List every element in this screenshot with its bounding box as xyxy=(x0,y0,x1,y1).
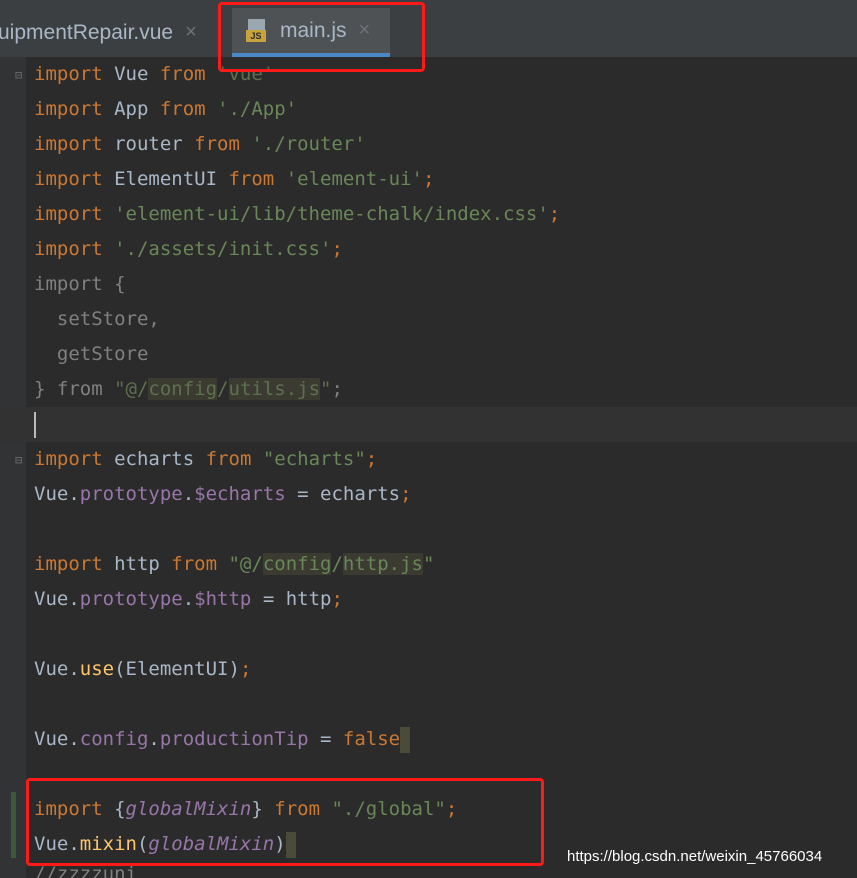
code-line-partial: //zzzzuni xyxy=(34,864,137,878)
annotation-box-code xyxy=(26,778,544,866)
code-line: import App from './App' xyxy=(34,98,298,120)
fold-collapse-icon[interactable]: ⊟ xyxy=(15,68,27,82)
editor-tab-bar: uipmentRepair.vue × JS main.js × xyxy=(0,0,857,57)
vcs-change-marker xyxy=(11,792,16,858)
code-line: } from "@/config/utils.js"; xyxy=(34,378,343,400)
close-icon[interactable]: × xyxy=(185,21,197,44)
code-line: import router from './router' xyxy=(34,133,366,155)
code-line: import './assets/init.css'; xyxy=(34,238,343,260)
code-line: import ElementUI from 'element-ui'; xyxy=(34,168,435,190)
editor-gutter xyxy=(0,57,26,878)
code-line-current xyxy=(0,407,857,442)
tab-label: uipmentRepair.vue xyxy=(0,20,174,44)
code-line: import echarts from "echarts"; xyxy=(34,448,378,470)
code-line: import { xyxy=(34,273,126,295)
code-line: Vue.prototype.$echarts = echarts; xyxy=(34,483,412,505)
caret-highlight xyxy=(400,726,411,753)
code-line: getStore xyxy=(34,343,149,365)
fold-collapse-icon[interactable]: ⊟ xyxy=(15,453,27,467)
code-line: Vue.use(ElementUI); xyxy=(34,658,252,680)
text-caret xyxy=(34,411,36,438)
annotation-box-tab xyxy=(218,2,425,72)
code-line: Vue.config.productionTip = false xyxy=(34,722,857,757)
watermark: https://blog.csdn.net/weixin_45766034 xyxy=(567,848,823,865)
code-line: Vue.prototype.$http = http; xyxy=(34,588,343,610)
code-line: import Vue from 'vue' xyxy=(34,63,275,85)
tab-equipment-repair-vue[interactable]: uipmentRepair.vue × xyxy=(0,8,197,57)
code-line: import http from "@/config/http.js" xyxy=(34,553,435,575)
code-editor[interactable]: import Vue from 'vue' import App from '.… xyxy=(0,57,857,862)
code-line: import 'element-ui/lib/theme-chalk/index… xyxy=(34,203,561,225)
code-line: setStore, xyxy=(34,308,160,330)
